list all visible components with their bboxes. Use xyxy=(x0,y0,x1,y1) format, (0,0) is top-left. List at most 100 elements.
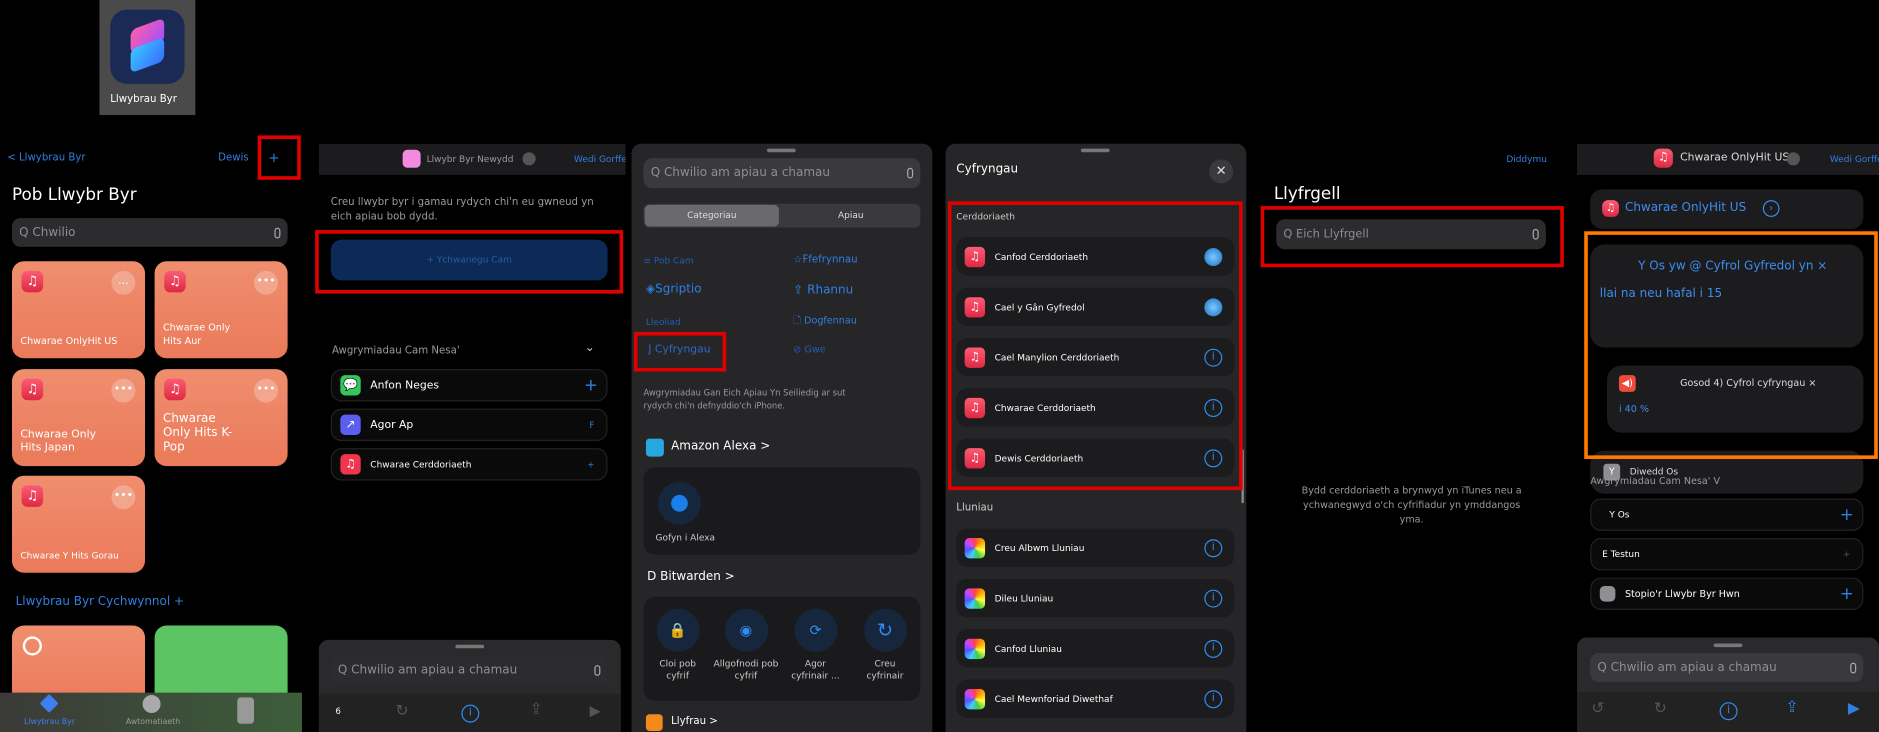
search-placeholder: Q Chwilio am apiau a chamau xyxy=(650,166,830,180)
shortcut-tile[interactable]: ♫ ••• Chwarae Only Hits Japan xyxy=(11,369,145,467)
info-icon[interactable]: i xyxy=(1204,588,1223,607)
shortcut-tile[interactable]: ♫ ••• Chwarae Y Hits Gorau xyxy=(11,475,145,573)
category-sharing[interactable]: ⇪ Rhannu xyxy=(793,284,853,297)
category-label: Sgriptio xyxy=(655,282,702,296)
back-button[interactable]: < Llwybrau Byr xyxy=(7,152,85,164)
info-icon[interactable]: i xyxy=(1719,702,1738,721)
add-icon[interactable]: + xyxy=(587,460,594,470)
category-all-actions[interactable]: ≡ Pob Cam xyxy=(644,255,694,266)
action-search-input[interactable]: Q Chwilio am apiau a chamau xyxy=(1590,653,1864,682)
action-row[interactable]: Creu Albwm Lluniau i xyxy=(956,528,1235,567)
alexa-heading[interactable]: Amazon Alexa > xyxy=(671,440,770,453)
chevron-down-icon[interactable] xyxy=(522,152,536,166)
add-icon[interactable]: + xyxy=(584,376,598,395)
play-icon[interactable]: ▶ xyxy=(590,702,601,719)
suggestion-row[interactable]: ↗ Agor Ap F xyxy=(330,408,608,441)
bitwarden-action[interactable]: ↻ Creu cyfrinair xyxy=(851,608,919,682)
bitwarden-action[interactable]: 🔒 Cloi pob cyfrif xyxy=(644,608,712,682)
more-icon[interactable]: ••• xyxy=(111,485,136,510)
action-row[interactable]: Dileu Lluniau i xyxy=(956,578,1235,618)
tab-gallery[interactable] xyxy=(237,697,255,724)
chevron-right-circle-icon[interactable]: › xyxy=(1762,200,1780,217)
category-web[interactable]: ⊘ Gwe xyxy=(793,344,825,355)
app-icon-tile[interactable]: Llwybrau Byr xyxy=(99,0,196,116)
more-icon[interactable]: ••• xyxy=(254,270,279,295)
suggestion-row[interactable]: Y Os + xyxy=(1590,498,1864,531)
done-button[interactable]: Wedi Gorffen xyxy=(1830,153,1879,164)
play-action-card[interactable]: ♫ Chwarae OnlyHit US › xyxy=(1590,189,1864,229)
suggestion-row[interactable]: 💬 Anfon Neges + xyxy=(330,369,608,402)
share-icon[interactable]: ⇪ xyxy=(1786,699,1799,717)
add-icon[interactable]: + xyxy=(1843,549,1850,559)
page-title: Pob Llwybr Byr xyxy=(11,185,137,205)
action-row[interactable]: Cael Mewnforiad Diwethaf i xyxy=(956,679,1235,718)
mic-icon[interactable] xyxy=(1850,662,1857,673)
action-label: Dileu Lluniau xyxy=(994,592,1054,604)
more-icon[interactable]: ••• xyxy=(111,378,136,403)
starter-shortcuts-heading[interactable]: Llwybrau Byr Cychwynnol + xyxy=(16,596,184,609)
add-icon[interactable]: F xyxy=(590,420,595,430)
photos-icon xyxy=(964,537,986,558)
category-documents[interactable]: 🗋 Dogfennau xyxy=(793,314,856,331)
highlight-library-search xyxy=(1260,206,1564,268)
shortcut-name[interactable]: Chwarae OnlyHit US xyxy=(1680,152,1789,164)
segment-apps[interactable]: Apiau xyxy=(784,205,918,227)
redo-icon[interactable]: ↻ xyxy=(395,702,408,720)
category-label: Dogfennau xyxy=(804,315,857,326)
suggestion-row[interactable]: Stopio'r Llwybr Byr Hwn + xyxy=(1590,577,1864,610)
play-icon[interactable]: ▶ xyxy=(1848,700,1860,718)
info-icon[interactable]: i xyxy=(1204,538,1223,557)
music-icon: ♫ xyxy=(1602,200,1619,217)
close-button[interactable]: ✕ xyxy=(1209,159,1234,184)
suggestion-row[interactable]: ♫ Chwarae Cerddoriaeth + xyxy=(330,448,608,481)
sheet-handle[interactable] xyxy=(1080,148,1110,153)
action-search-input[interactable]: Q Chwilio am apiau a chamau xyxy=(330,655,608,685)
tile-label: Chwarae Y Hits Gorau xyxy=(20,550,119,561)
tab-shortcuts[interactable]: Llwybrau Byr xyxy=(24,693,75,731)
segment-categories[interactable]: Categoriau xyxy=(644,204,779,227)
open-vault-icon: ⟳ xyxy=(793,608,838,652)
done-button[interactable]: Wedi Gorffen xyxy=(574,153,626,164)
highlight-media-category xyxy=(633,331,727,372)
redo-icon[interactable]: ↻ xyxy=(1654,700,1667,718)
alexa-icon xyxy=(645,438,664,457)
undo-icon[interactable]: ↺ xyxy=(1591,700,1604,718)
add-icon[interactable]: + xyxy=(1840,505,1854,524)
shortcut-name[interactable]: Llwybr Byr Newydd xyxy=(427,153,514,164)
tab-automation[interactable]: Awtomatiaeth xyxy=(126,695,180,731)
action-search-input[interactable]: Q Chwilio am apiau a chamau xyxy=(643,158,921,189)
more-icon[interactable]: ••• xyxy=(254,378,279,403)
mic-icon[interactable] xyxy=(907,167,914,179)
category-scripting[interactable]: ◈Sgriptio xyxy=(646,283,702,296)
category-favorites[interactable]: ☆Ffefrynnau xyxy=(793,254,857,266)
action-row[interactable]: Canfod Lluniau i xyxy=(956,629,1235,668)
info-icon[interactable]: i xyxy=(1204,639,1223,658)
sheet-handle[interactable] xyxy=(455,644,485,649)
row-label: Anfon Neges xyxy=(370,379,439,392)
shortcut-tile[interactable]: ♫ ••• Chwarae Only Hits K-Pop xyxy=(154,369,288,467)
shortcut-tile[interactable]: ♫ … Chwarae OnlyHit US xyxy=(11,261,145,359)
bitwarden-action[interactable]: ⟳ Agor cyfrinair ... xyxy=(781,608,849,682)
select-button[interactable]: Dewis xyxy=(218,152,249,164)
bitwarden-heading[interactable]: D Bitwarden > xyxy=(647,570,735,583)
add-icon[interactable]: + xyxy=(1840,584,1854,603)
bitwarden-action[interactable]: ◉ Allgofnodi pob cyfrif xyxy=(712,608,780,682)
ask-alexa-button[interactable] xyxy=(657,481,702,525)
shortcut-tile[interactable]: ♫ ••• Chwarae Only Hits Aur xyxy=(154,261,288,359)
sheet-handle[interactable] xyxy=(766,148,796,153)
suggestion-row[interactable]: E Testun + xyxy=(1590,538,1864,571)
mic-icon[interactable] xyxy=(274,227,281,238)
books-heading[interactable]: Llyfrau > xyxy=(671,715,718,727)
sheet-handle[interactable] xyxy=(1713,643,1743,648)
search-input[interactable]: Q Chwilio xyxy=(11,218,288,247)
category-location[interactable]: Lleoliad xyxy=(646,316,681,327)
info-icon[interactable]: i xyxy=(461,704,480,723)
info-icon[interactable]: i xyxy=(1204,689,1223,708)
more-icon[interactable]: … xyxy=(111,270,136,295)
share-icon[interactable]: ⇪ xyxy=(530,701,543,719)
cancel-button[interactable]: Diddymu xyxy=(1506,153,1547,164)
chevron-down-icon[interactable] xyxy=(1786,152,1800,166)
mic-icon[interactable] xyxy=(594,664,601,676)
messages-icon: 💬 xyxy=(340,375,361,396)
chevron-down-icon[interactable]: ⌄ xyxy=(585,342,595,355)
